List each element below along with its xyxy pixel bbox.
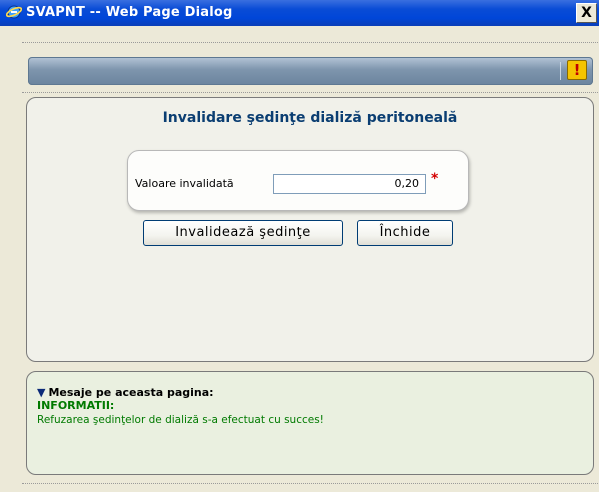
divider-top — [22, 42, 598, 43]
valoare-input[interactable]: 0,20 — [273, 174, 426, 194]
ie-icon — [6, 5, 22, 19]
info-text: Refuzarea şedinţelor de dializă s-a efec… — [37, 414, 324, 426]
main-panel: Invalidare şedinţe dializă peritoneală V… — [26, 97, 594, 362]
messages-header[interactable]: ▼ Mesaje pe aceasta pagina: — [37, 386, 214, 399]
field-box: Valoare invalidată 0,20 * — [127, 150, 469, 211]
page-title: Invalidare şedinţe dializă peritoneală — [162, 110, 458, 126]
close-icon: X — [581, 5, 592, 21]
close-window-button[interactable]: X — [576, 3, 597, 23]
divider-middle — [22, 92, 598, 93]
info-label: INFORMATII: — [37, 399, 115, 412]
close-button[interactable]: Închide — [357, 220, 453, 246]
exclamation-glyph: ! — [573, 61, 581, 79]
invalidate-button[interactable]: Invalidează şedinţe — [143, 220, 343, 246]
valoare-label: Valoare invalidată — [135, 177, 234, 190]
messages-panel: ▼ Mesaje pe aceasta pagina: INFORMATII: R… — [26, 371, 594, 475]
title-bar: SVAPNT -- Web Page Dialog X — [0, 0, 599, 26]
messages-header-label: Mesaje pe aceasta pagina: — [48, 386, 214, 399]
window-title: SVAPNT -- Web Page Dialog — [26, 5, 233, 20]
header-bar: ! — [28, 57, 593, 85]
exclamation-icon[interactable]: ! — [567, 60, 587, 80]
header-separator — [560, 62, 561, 80]
divider-bottom — [22, 483, 598, 484]
required-marker: * — [431, 171, 439, 187]
collapse-triangle-icon[interactable]: ▼ — [37, 386, 45, 399]
